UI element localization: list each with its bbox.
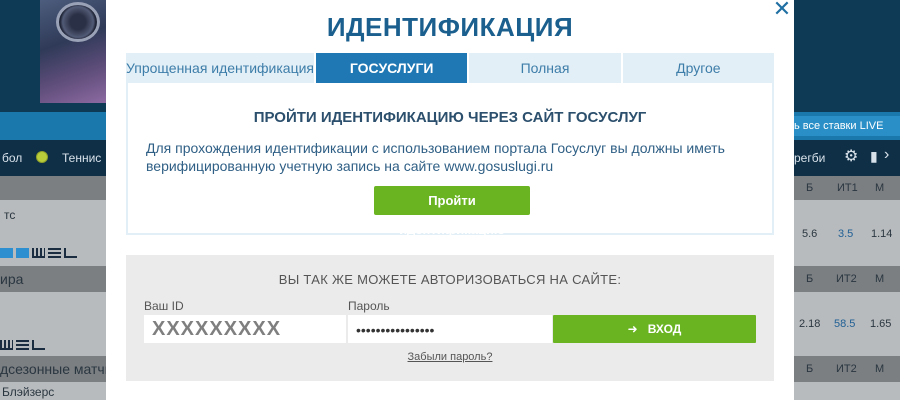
- col-header: Б: [806, 182, 814, 194]
- event-name[interactable]: Блэйзерс: [2, 385, 54, 399]
- odds-value[interactable]: 2.18: [799, 318, 820, 330]
- login-arrow-icon: ➜: [627, 322, 638, 336]
- modal-title: ИДЕНТИФИКАЦИЯ: [326, 12, 574, 42]
- col-header: Б: [806, 273, 814, 285]
- col-header: М: [875, 363, 885, 375]
- password-label: Пароль: [348, 299, 390, 313]
- col-header: ИТ2: [836, 363, 857, 375]
- id-label: Ваш ID: [144, 299, 184, 313]
- car-wheel-image: [56, 2, 100, 42]
- login-section: ВЫ ТАК ЖЕ МОЖЕТЕ АВТОРИЗОВАТЬСЯ НА САЙТЕ…: [126, 255, 774, 381]
- id-input[interactable]: [144, 315, 346, 343]
- tab-other[interactable]: Другое: [622, 53, 774, 83]
- league-name[interactable]: ира: [0, 271, 23, 287]
- bike-icon: ⚙: [844, 148, 859, 165]
- live-icon[interactable]: [0, 248, 13, 258]
- chart-icon[interactable]: [32, 340, 45, 350]
- gosuslugi-panel: ПРОЙТИ ИДЕНТИФИКАЦИЮ ЧЕРЕЗ САЙТ ГОСУСЛУГ…: [126, 83, 774, 237]
- panel-description: Для прохождения идентификации с использо…: [146, 140, 725, 174]
- login-button-label: ВХОД: [647, 322, 682, 336]
- identification-tabs: Упрощенная идентификация ГОСУСЛУГИ Полна…: [126, 53, 774, 83]
- col-header: ИТ2: [836, 273, 857, 285]
- chart-icon[interactable]: [64, 248, 77, 258]
- tab-gosuslugi[interactable]: ГОСУСЛУГИ: [316, 53, 470, 83]
- stats-icon[interactable]: [32, 248, 45, 258]
- stats-icon[interactable]: [0, 340, 13, 350]
- panel-heading: ПРОЙТИ ИДЕНТИФИКАЦИЮ ЧЕРЕЗ САЙТ ГОСУСЛУГ: [253, 109, 647, 126]
- event-name[interactable]: тс: [4, 208, 15, 222]
- start-identification-button[interactable]: Пройти идентификацию: [374, 186, 530, 237]
- sport-tab-more[interactable]: ▮: [870, 148, 878, 165]
- odds-value[interactable]: 1.14: [871, 228, 892, 240]
- col-header: Б: [806, 363, 814, 375]
- all-live-bets-link[interactable]: ь все ставки LIVE: [788, 116, 900, 136]
- tennis-ball-icon: [36, 151, 48, 163]
- video-icon[interactable]: [16, 248, 29, 258]
- identification-modal: ИДЕНТИФИКАЦИЯ Упрощенная идентификация Г…: [106, 0, 794, 400]
- col-header: М: [875, 273, 885, 285]
- tab-simplified[interactable]: Упрощенная идентификация: [126, 53, 317, 83]
- odds-value[interactable]: 58.5: [834, 318, 855, 330]
- col-header: М: [875, 182, 885, 194]
- close-icon[interactable]: ✕: [770, 0, 794, 20]
- league-name[interactable]: дсезонные матчи: [0, 361, 113, 377]
- login-heading: ВЫ ТАК ЖЕ МОЖЕТЕ АВТОРИЗОВАТЬСЯ НА САЙТЕ…: [278, 272, 622, 287]
- odds-value[interactable]: 3.5: [838, 228, 853, 240]
- promo-banner: [40, 0, 106, 103]
- sport-tennis[interactable]: Теннис: [62, 151, 101, 165]
- chevron-right-icon[interactable]: ›: [884, 146, 889, 164]
- event-icons: [0, 248, 77, 258]
- list-icon[interactable]: [16, 340, 29, 350]
- tab-full[interactable]: Полная: [469, 53, 623, 83]
- odds-value[interactable]: 1.65: [870, 318, 891, 330]
- sport-rugby[interactable]: регби: [794, 151, 825, 165]
- event-icons: [0, 340, 45, 350]
- password-input[interactable]: [348, 315, 552, 343]
- login-button[interactable]: ➜ ВХОД: [553, 315, 756, 343]
- sport-football[interactable]: бол: [2, 151, 22, 165]
- col-header: ИТ1: [837, 182, 858, 194]
- odds-value[interactable]: 5.6: [802, 228, 817, 240]
- forgot-password-link[interactable]: Забыли пароль?: [126, 351, 774, 363]
- list-icon[interactable]: [48, 248, 61, 258]
